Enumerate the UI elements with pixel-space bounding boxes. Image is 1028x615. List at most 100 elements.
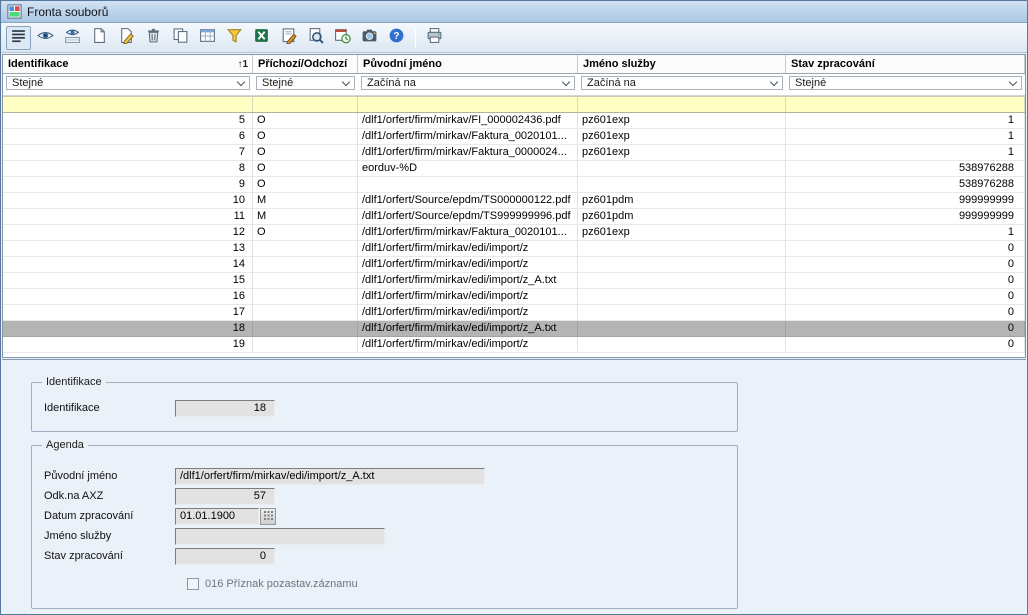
cell: 999999999	[786, 209, 1025, 225]
quick-filter-input[interactable]	[786, 97, 1025, 112]
cell	[253, 337, 358, 353]
cell: 538976288	[786, 177, 1025, 193]
table-row[interactable]: 17/dlf1/orfert/firm/mirkav/edi/import/z0	[3, 305, 1025, 321]
table-row[interactable]: 10M/dlf1/orfert/Source/epdm/TS000000122.…	[3, 193, 1025, 209]
cell: O	[253, 177, 358, 193]
filter-combobox[interactable]: Stejné	[6, 76, 250, 90]
cell: 19	[3, 337, 253, 353]
column-header-label: Stav zpracování	[791, 58, 875, 70]
stav-zpracovani-field[interactable]: 0	[175, 548, 275, 565]
table-row[interactable]: 12O/dlf1/orfert/firm/mirkav/Faktura_0020…	[3, 225, 1025, 241]
odk-na-axz-field[interactable]: 57	[175, 488, 275, 505]
filter-button[interactable]	[222, 26, 247, 50]
new-record-button[interactable]	[87, 26, 112, 50]
column-header[interactable]: Původní jméno	[358, 55, 578, 73]
help-icon: ?	[388, 27, 405, 49]
column-header[interactable]: Identifikace↑1	[3, 55, 253, 73]
cell: pz601pdm	[578, 193, 786, 209]
table-row[interactable]: 14/dlf1/orfert/firm/mirkav/edi/import/z 0	[3, 257, 1025, 273]
quick-filter-input[interactable]	[253, 97, 358, 112]
table-row[interactable]: 19/dlf1/orfert/firm/mirkav/edi/import/z0	[3, 337, 1025, 353]
toolbar: ?	[1, 23, 1027, 53]
group-title-agenda: Agenda	[42, 439, 88, 451]
preview-button[interactable]	[303, 26, 328, 50]
cell: /dlf1/orfert/firm/mirkav/edi/import/z	[358, 289, 578, 305]
puvodni-jmeno-field[interactable]: /dlf1/orfert/firm/mirkav/edi/import/z_A.…	[175, 468, 485, 485]
table-row[interactable]: 11M/dlf1/orfert/Source/epdm/TS999999996.…	[3, 209, 1025, 225]
svg-text:?: ?	[393, 31, 399, 42]
filter-value: Stejné	[12, 77, 43, 89]
edit-form-icon	[280, 27, 297, 49]
print-button[interactable]	[422, 26, 447, 50]
jmeno-sluzby-label: Jméno služby	[32, 530, 175, 542]
table-row[interactable]: 18/dlf1/orfert/firm/mirkav/edi/import/z_…	[3, 321, 1025, 337]
copy-record-button[interactable]	[168, 26, 193, 50]
view-table-button[interactable]	[60, 26, 85, 50]
title-bar[interactable]: Fronta souborů	[1, 1, 1027, 23]
filter-combobox[interactable]: Začíná na	[581, 76, 783, 90]
cell: /dlf1/orfert/firm/mirkav/edi/import/z_A.…	[358, 321, 578, 337]
data-grid: Identifikace↑1Příchozí/OdchozíPůvodní jm…	[2, 54, 1026, 358]
edit-form-button[interactable]	[276, 26, 301, 50]
filter-combobox[interactable]: Stejné	[789, 76, 1022, 90]
table-row[interactable]: 7O/dlf1/orfert/firm/mirkav/Faktura_00000…	[3, 145, 1025, 161]
cell: /dlf1/orfert/firm/mirkav/FI_000002436.pd…	[358, 113, 578, 129]
cell: 16	[3, 289, 253, 305]
chevron-down-icon	[1009, 77, 1017, 85]
group-title-identifikace: Identifikace	[42, 376, 106, 388]
date-picker-button[interactable]	[260, 508, 276, 525]
excel-export-icon	[253, 27, 270, 49]
cell	[578, 305, 786, 321]
cell: 999999999	[786, 193, 1025, 209]
print-icon	[426, 27, 443, 49]
cell: /dlf1/orfert/firm/mirkav/edi/import/z	[358, 241, 578, 257]
cell: 6	[3, 129, 253, 145]
grid-body: 5O/dlf1/orfert/firm/mirkav/FI_000002436.…	[3, 113, 1025, 353]
jmeno-sluzby-field[interactable]	[175, 528, 385, 545]
cell: 1	[786, 145, 1025, 161]
column-settings-icon	[199, 27, 216, 49]
column-header[interactable]: Stav zpracování	[786, 55, 1025, 73]
cell: /dlf1/orfert/firm/mirkav/Faktura_0000024…	[358, 145, 578, 161]
view-record-button[interactable]	[33, 26, 58, 50]
column-header[interactable]: Příchozí/Odchozí	[253, 55, 358, 73]
filter-combobox[interactable]: Stejné	[256, 76, 355, 90]
cell	[358, 177, 578, 193]
quick-filter-input[interactable]	[358, 97, 578, 112]
excel-export-button[interactable]	[249, 26, 274, 50]
datum-zpracovani-field[interactable]: 01.01.1900	[175, 508, 259, 525]
table-row[interactable]: 16/dlf1/orfert/firm/mirkav/edi/import/z0	[3, 289, 1025, 305]
column-settings-button[interactable]	[195, 26, 220, 50]
cell: /dlf1/orfert/firm/mirkav/edi/import/z	[358, 257, 578, 273]
table-row[interactable]: 15/dlf1/orfert/firm/mirkav/edi/import/z_…	[3, 273, 1025, 289]
menu-button[interactable]	[6, 26, 31, 50]
cell	[578, 161, 786, 177]
identifikace-group: Identifikace Identifikace 18	[31, 382, 738, 432]
grid-quick-filter-row	[3, 96, 1025, 113]
cell: M	[253, 209, 358, 225]
column-header[interactable]: Jméno služby	[578, 55, 786, 73]
table-row[interactable]: 9O538976288	[3, 177, 1025, 193]
schedule-button[interactable]	[330, 26, 355, 50]
identifikace-field[interactable]: 18	[175, 400, 275, 417]
cell: /dlf1/orfert/firm/mirkav/Faktura_0020101…	[358, 129, 578, 145]
quick-filter-input[interactable]	[578, 97, 786, 112]
cell: 0	[786, 305, 1025, 321]
pozastav-checkbox[interactable]	[187, 578, 199, 590]
cell: 0	[786, 257, 1025, 273]
table-row[interactable]: 5O/dlf1/orfert/firm/mirkav/FI_000002436.…	[3, 113, 1025, 129]
cell: 14	[3, 257, 253, 273]
table-row[interactable]: 8Oeorduv-%D538976288	[3, 161, 1025, 177]
help-button[interactable]: ?	[384, 26, 409, 50]
edit-record-button[interactable]	[114, 26, 139, 50]
snapshot-button[interactable]	[357, 26, 382, 50]
delete-record-button[interactable]	[141, 26, 166, 50]
table-row[interactable]: 13/dlf1/orfert/firm/mirkav/edi/import/z0	[3, 241, 1025, 257]
table-row[interactable]: 6O/dlf1/orfert/firm/mirkav/Faktura_00201…	[3, 129, 1025, 145]
filter-combobox[interactable]: Začíná na	[361, 76, 575, 90]
cell: 18	[3, 321, 253, 337]
toolbar-separator	[415, 28, 416, 48]
window-title: Fronta souborů	[27, 5, 108, 19]
quick-filter-input[interactable]	[3, 97, 253, 112]
cell: /dlf1/orfert/Source/epdm/TS000000122.pdf	[358, 193, 578, 209]
